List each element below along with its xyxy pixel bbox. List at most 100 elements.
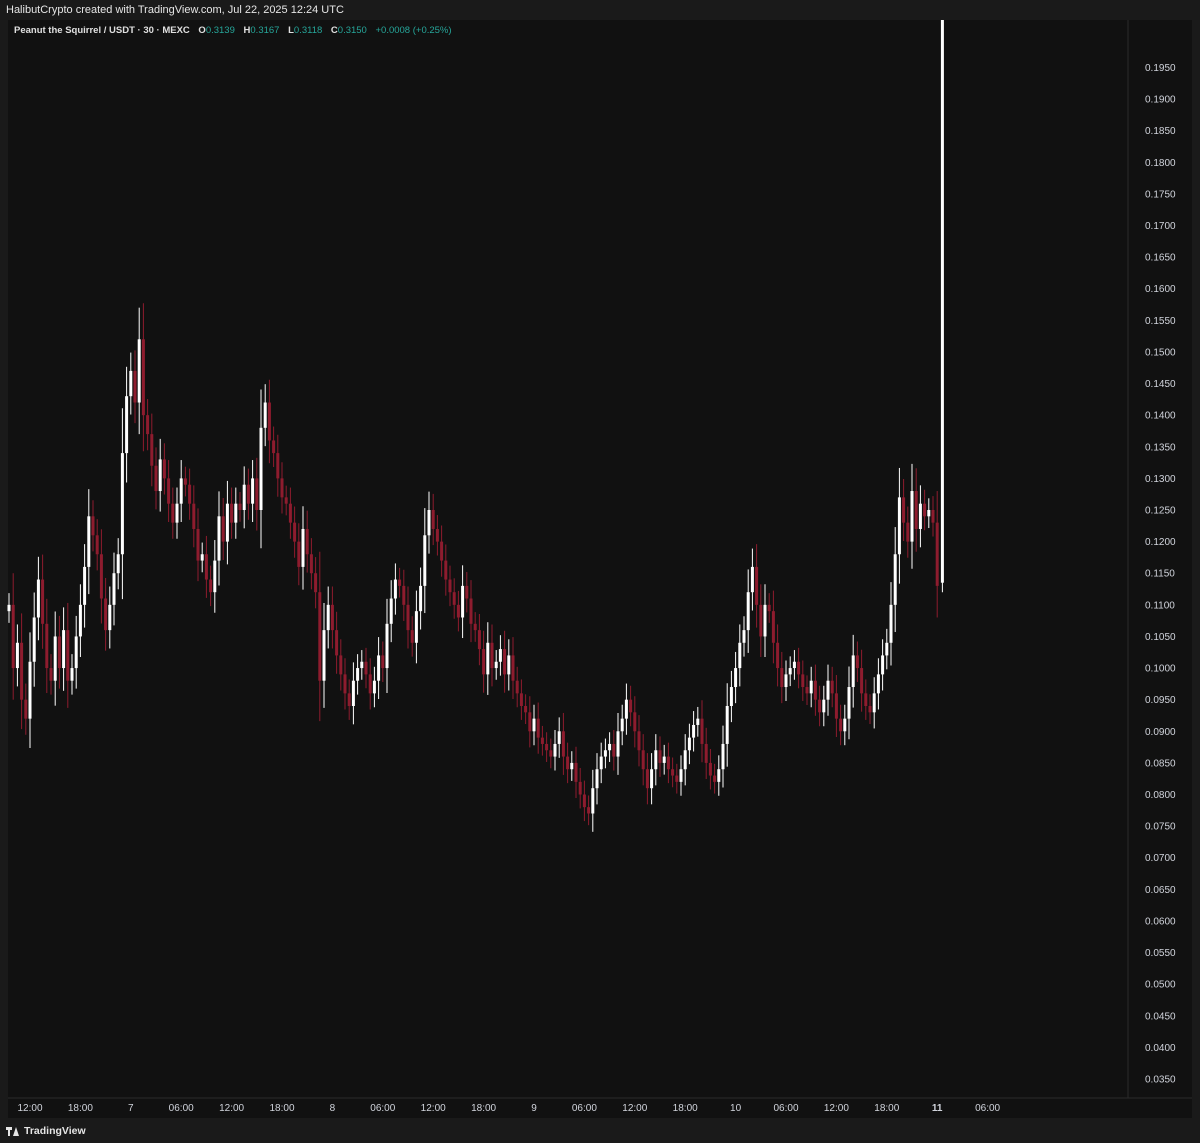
candle-body (339, 655, 343, 675)
y-tick-label: 0.0550 (1145, 948, 1176, 959)
candle-body (465, 585, 469, 599)
y-tick-label: 0.1000 (1145, 664, 1176, 675)
candle-body (305, 528, 309, 555)
y-tick-label: 0.1250 (1145, 506, 1176, 517)
candle-body (843, 718, 847, 732)
candle-body (402, 585, 406, 605)
candle-body (738, 642, 742, 669)
y-tick-label: 0.0800 (1145, 790, 1176, 801)
candle-body (461, 585, 465, 618)
x-tick-label: 12:00 (421, 1103, 446, 1114)
candle-body (414, 611, 418, 643)
candle-body (822, 699, 826, 713)
x-tick-label: 18:00 (874, 1103, 899, 1114)
candle-body (200, 554, 204, 561)
candle-body (473, 623, 477, 631)
tradingview-logo[interactable]: TradingView (6, 1125, 86, 1137)
y-tick-label: 0.0350 (1145, 1075, 1176, 1086)
x-tick-label: 06:00 (169, 1103, 194, 1114)
candle-body (104, 598, 108, 631)
candle-body (826, 680, 830, 700)
x-tick-label: 11 (932, 1103, 943, 1114)
y-tick-label: 0.1400 (1145, 411, 1176, 422)
y-tick-label: 0.1450 (1145, 379, 1176, 390)
candle-body (314, 573, 318, 593)
candle-body (444, 560, 448, 580)
candle-body (540, 737, 544, 744)
x-tick-label: 06:00 (773, 1103, 798, 1114)
candle-body (74, 636, 78, 669)
candle-body (120, 453, 124, 555)
candle-body (116, 554, 120, 574)
candle-body (167, 478, 171, 504)
candle-body (536, 718, 540, 738)
candle-body (855, 655, 859, 669)
candle-body (792, 661, 796, 669)
candle-body (423, 535, 427, 586)
candle-body (658, 750, 662, 763)
candle-body (603, 750, 607, 757)
candle-body (11, 604, 15, 669)
candle-body (629, 699, 633, 713)
candle-body (780, 668, 784, 688)
candle-body (645, 769, 649, 789)
candle-body (255, 478, 259, 510)
candle-body (700, 718, 704, 744)
y-tick-label: 0.0650 (1145, 885, 1176, 896)
y-tick-label: 0.1700 (1145, 221, 1176, 232)
candle-body (154, 465, 158, 492)
candle-body (95, 535, 99, 555)
candle-body (759, 604, 763, 637)
candle-body (940, 20, 944, 583)
candle-body (486, 642, 490, 675)
candle-body (612, 743, 616, 757)
candle-body (377, 655, 381, 681)
candle-body (641, 750, 645, 770)
y-tick-label: 0.1950 (1145, 63, 1176, 74)
candle-body (776, 642, 780, 669)
candle-body (133, 370, 137, 403)
candle-body (419, 585, 423, 612)
candle-body (654, 750, 658, 770)
y-tick-label: 0.0750 (1145, 822, 1176, 833)
candle-body (318, 592, 322, 681)
legend-symbol: Peanut the Squirrel / USDT · 30 · MEXC (14, 25, 190, 36)
candle-body (847, 687, 851, 719)
y-tick-label: 0.1850 (1145, 126, 1176, 137)
candle-body (15, 642, 19, 669)
candle-body (553, 743, 557, 757)
candle-body (146, 415, 150, 435)
y-tick-label: 0.1200 (1145, 537, 1176, 548)
candle-body (225, 503, 229, 542)
candle-body (162, 459, 166, 479)
candle-body (435, 528, 439, 542)
y-tick-label: 0.1800 (1145, 158, 1176, 169)
y-tick-label: 0.1050 (1145, 632, 1176, 643)
symbol-legend: Peanut the Squirrel / USDT · 30 · MEXC O… (14, 25, 452, 36)
y-tick-label: 0.0700 (1145, 853, 1176, 864)
y-tick-label: 0.0900 (1145, 727, 1176, 738)
candle-body (725, 706, 729, 744)
candle-body (910, 491, 914, 542)
candle-body (141, 339, 145, 416)
candle-body (927, 510, 931, 517)
y-tick-label: 0.1600 (1145, 284, 1176, 295)
candle-body (490, 642, 494, 669)
candle-body (889, 604, 893, 643)
candle-body (704, 743, 708, 763)
candle-body (931, 510, 935, 523)
x-tick-label: 12:00 (17, 1103, 42, 1114)
candle-body (24, 699, 28, 719)
candlestick-chart[interactable]: 0.1950 0.1900 0.1850 0.1800 0.1750 0.1700 0.16… (0, 0, 1200, 1143)
candle-body (456, 604, 460, 618)
candle-body (675, 775, 679, 782)
candle-body (301, 528, 305, 567)
x-tick-label: 8 (330, 1103, 336, 1114)
legend-high-value: 0.3167 (250, 25, 280, 36)
candle-body (860, 668, 864, 694)
y-tick-label: 0.1150 (1145, 569, 1175, 580)
candle-body (923, 503, 927, 517)
candle-body (734, 668, 738, 688)
candle-body (192, 503, 196, 529)
x-tick-label: 12:00 (219, 1103, 244, 1114)
